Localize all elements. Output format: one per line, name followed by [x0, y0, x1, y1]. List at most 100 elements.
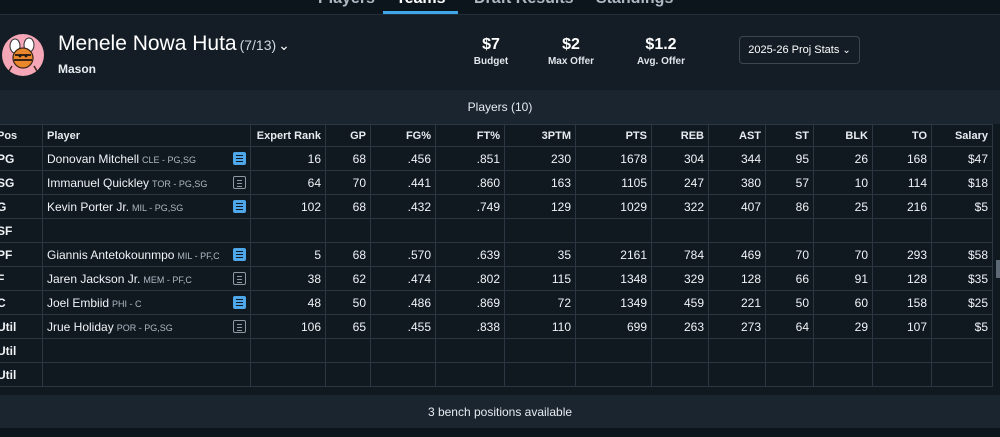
column-header-ast[interactable]: AST	[708, 124, 766, 147]
player-cell[interactable]: Jaren Jackson Jr. MEM - PF,C	[42, 266, 251, 291]
column-header-fg[interactable]: FG%	[370, 124, 436, 147]
add-note-icon[interactable]	[233, 271, 246, 285]
column-header-to[interactable]: TO	[872, 124, 932, 147]
scrollbar-thumb[interactable]	[996, 260, 1000, 278]
column-header-salary[interactable]: Salary	[931, 124, 993, 147]
stat-to: 168	[872, 146, 932, 171]
stat-reb	[651, 218, 709, 243]
stat-rank: 16	[250, 146, 326, 171]
bench-positions-bar: 3 bench positions available	[0, 395, 1000, 428]
stat-blk: 60	[813, 290, 873, 315]
player-cell[interactable]: Donovan Mitchell CLE - PG,SG	[42, 146, 251, 171]
column-header-blk[interactable]: BLK	[813, 124, 873, 147]
tab-draft-results[interactable]: Draft Results	[474, 0, 574, 8]
tab-standings[interactable]: Standings	[596, 0, 673, 8]
roster-position: C	[0, 290, 43, 315]
stat-salary: $25	[931, 290, 993, 315]
stat-pts: 1678	[575, 146, 652, 171]
tab-teams[interactable]: Teams	[396, 0, 446, 8]
player-note-icon[interactable]	[233, 151, 246, 165]
max-offer-value: $2	[562, 36, 580, 53]
stat-fg: .456	[370, 146, 436, 171]
stat-pts: 1105	[575, 170, 652, 195]
stat-to: 128	[872, 266, 932, 291]
add-note-icon[interactable]	[233, 175, 246, 189]
stat-gp: 70	[325, 170, 371, 195]
player-name[interactable]: Joel Embiid	[47, 296, 109, 310]
stat-st	[765, 362, 814, 387]
stat-ft: .851	[435, 146, 505, 171]
stat-reb: 304	[651, 146, 709, 171]
player-name[interactable]: Giannis Antetokounmpo	[47, 248, 174, 262]
stat-reb: 247	[651, 170, 709, 195]
column-header-reb[interactable]: REB	[651, 124, 709, 147]
stat-ast: 128	[708, 266, 766, 291]
player-name[interactable]: Jaren Jackson Jr.	[47, 272, 140, 286]
player-name[interactable]: Donovan Mitchell	[47, 152, 139, 166]
column-header-pos[interactable]: Pos	[0, 124, 43, 147]
column-header-pts[interactable]: PTS	[575, 124, 652, 147]
stat-ast: 221	[708, 290, 766, 315]
budget-label: Budget	[473, 56, 509, 67]
stat-ast	[708, 338, 766, 363]
stat-st	[765, 218, 814, 243]
roster-position: Util	[0, 362, 43, 387]
column-header-rank[interactable]: Expert Rank	[250, 124, 326, 147]
proj-stats-select[interactable]: 2025-26 Proj Stats ⌄	[739, 36, 860, 64]
team-header: Menele Nowa Huta (7/13) ⌄ Mason $7 Budget …	[0, 15, 1000, 90]
player-cell[interactable]: Kevin Porter Jr. MIL - PG,SG	[42, 194, 251, 219]
stat-ast	[708, 362, 766, 387]
stat-ft	[435, 338, 505, 363]
stat-tpm	[504, 338, 576, 363]
column-header-ft[interactable]: FT%	[435, 124, 505, 147]
stat-ft: .838	[435, 314, 505, 339]
stat-pts	[575, 338, 652, 363]
player-note-icon[interactable]	[233, 199, 246, 213]
player-cell[interactable]: Joel Embiid PHI - C	[42, 290, 251, 315]
chevron-down-icon: ⌄	[842, 44, 851, 56]
budget-value: $7	[482, 36, 500, 53]
column-header-player[interactable]: Player	[42, 124, 251, 147]
stat-gp	[325, 362, 371, 387]
column-header-st[interactable]: ST	[765, 124, 814, 147]
player-team-positions: POR - PG,SG	[116, 322, 173, 333]
stat-rank: 102	[250, 194, 326, 219]
column-header-tpm[interactable]: 3PTM	[504, 124, 576, 147]
stat-gp: 50	[325, 290, 371, 315]
stat-ft: .802	[435, 266, 505, 291]
player-cell[interactable]: Immanuel Quickley TOR - PG,SG	[42, 170, 251, 195]
stat-tpm	[504, 362, 576, 387]
table-row: PFGiannis AntetokounmpoMIL - PF,C568.570…	[0, 242, 993, 267]
stat-rank	[250, 218, 326, 243]
stat-ast: 344	[708, 146, 766, 171]
player-name[interactable]: Jrue Holiday	[47, 320, 114, 334]
player-cell[interactable]: Giannis Antetokounmpo MIL - PF,C	[42, 242, 251, 267]
max-offer-label: Max Offer	[547, 56, 595, 67]
roster-position: Util	[0, 314, 43, 339]
stat-st: 66	[765, 266, 814, 291]
table-row: CJoel EmbiidPHI - C4850.486.869721349459…	[0, 290, 993, 315]
stat-tpm: 115	[504, 266, 576, 291]
team-name: Menele Nowa Huta	[58, 32, 237, 55]
stat-blk: 29	[813, 314, 873, 339]
add-note-icon[interactable]	[233, 319, 246, 333]
team-name-dropdown[interactable]: Menele Nowa Huta (7/13) ⌄	[58, 32, 290, 56]
stat-rank: 48	[250, 290, 326, 315]
player-note-icon[interactable]	[233, 247, 246, 261]
column-header-gp[interactable]: GP	[325, 124, 371, 147]
player-team-positions: MIL - PG,SG	[132, 202, 184, 213]
player-name[interactable]: Immanuel Quickley	[47, 176, 149, 190]
roster-position: F	[0, 266, 43, 291]
player-name[interactable]: Kevin Porter Jr.	[47, 200, 129, 214]
stat-rank: 5	[250, 242, 326, 267]
tab-players[interactable]: Players	[318, 0, 375, 8]
stat-reb	[651, 362, 709, 387]
stat-ft	[435, 362, 505, 387]
player-note-icon[interactable]	[233, 295, 246, 309]
player-cell[interactable]: Jrue Holiday POR - PG,SG	[42, 314, 251, 339]
stat-gp: 65	[325, 314, 371, 339]
player-team-positions: TOR - PG,SG	[152, 178, 208, 189]
stat-rank: 106	[250, 314, 326, 339]
stat-rank: 38	[250, 266, 326, 291]
stat-blk: 70	[813, 242, 873, 267]
